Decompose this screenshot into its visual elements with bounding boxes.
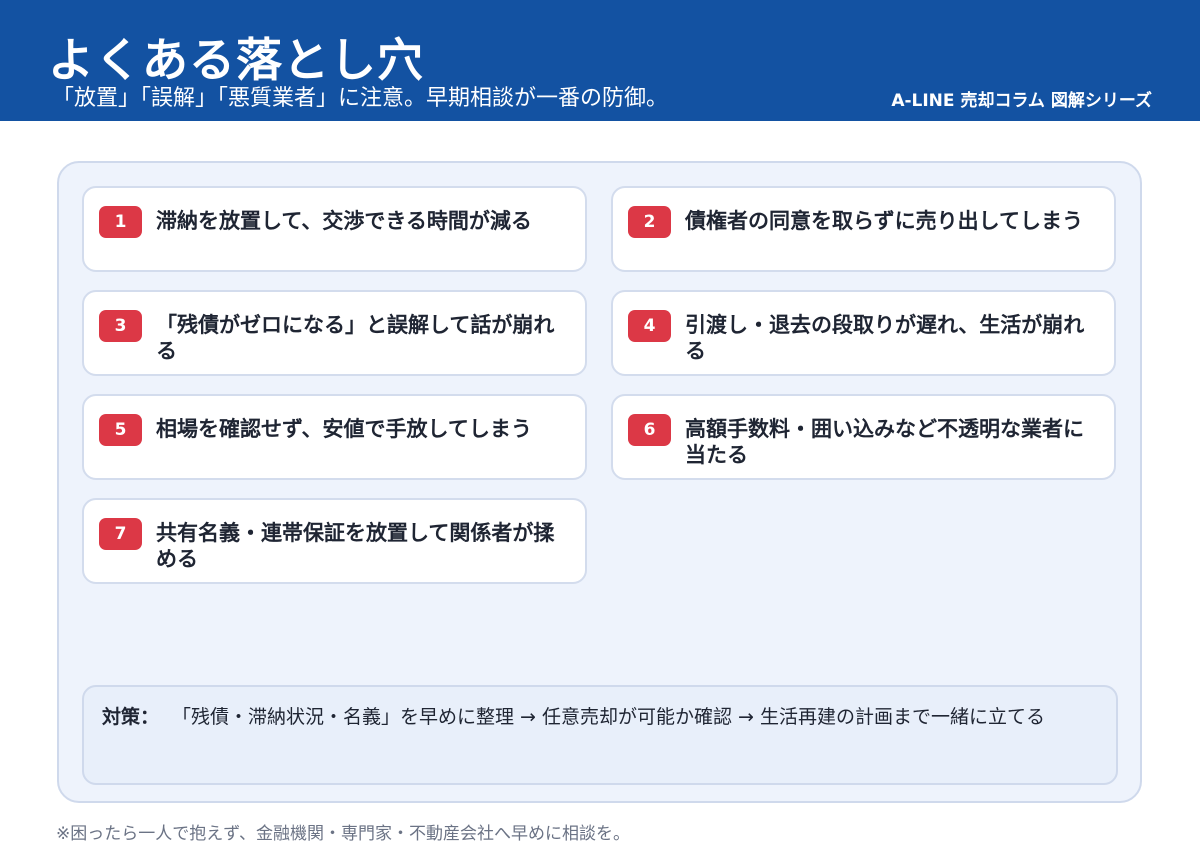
- pitfall-text: 共有名義・連帯保証を放置して関係者が揉める: [156, 521, 555, 571]
- pitfall-text: 高額手数料・囲い込みなど不透明な業者に当たる: [685, 417, 1084, 467]
- pitfall-number-badge: 1: [99, 206, 142, 238]
- pitfall-card-2: 2 債権者の同意を取らずに売り出してしまう: [611, 186, 1116, 272]
- pitfall-card-4: 4 引渡し・退去の段取りが遅れ、生活が崩れる: [611, 290, 1116, 376]
- page-subtitle: 「放置」「誤解」「悪質業者」に注意。早期相談が一番の防御。: [52, 86, 669, 111]
- pitfall-card-6: 6 高額手数料・囲い込みなど不透明な業者に当たる: [611, 394, 1116, 480]
- pitfall-card-5: 5 相場を確認せず、安値で手放してしまう: [82, 394, 587, 480]
- pitfall-number-badge: 6: [628, 414, 671, 446]
- pitfall-number-badge: 4: [628, 310, 671, 342]
- pitfall-card-7: 7 共有名義・連帯保証を放置して関係者が揉める: [82, 498, 587, 584]
- pitfall-number-badge: 3: [99, 310, 142, 342]
- pitfall-text: 「残債がゼロになる」と誤解して話が崩れる: [156, 313, 555, 363]
- pitfall-number-badge: 5: [99, 414, 142, 446]
- pitfall-text: 滞納を放置して、交渉できる時間が減る: [156, 209, 532, 233]
- pitfall-card-3: 3 「残債がゼロになる」と誤解して話が崩れる: [82, 290, 587, 376]
- series-brand: A-LINE 売却コラム 図解シリーズ: [891, 91, 1152, 111]
- pitfall-text: 債権者の同意を取らずに売り出してしまう: [685, 209, 1083, 233]
- pitfall-text: 相場を確認せず、安値で手放してしまう: [156, 417, 532, 441]
- page-title: よくある落とし穴: [48, 33, 424, 87]
- countermeasure-text: 「残債・滞納状況・名義」を早めに整理 → 任意売却が可能か確認 → 生活再建の計…: [172, 706, 1046, 728]
- countermeasure-label: 対策：: [102, 706, 160, 728]
- pitfall-number-badge: 7: [99, 518, 142, 550]
- header-banner: よくある落とし穴 「放置」「誤解」「悪質業者」に注意。早期相談が一番の防御。 A…: [0, 0, 1200, 121]
- pitfall-text: 引渡し・退去の段取りが遅れ、生活が崩れる: [685, 313, 1085, 363]
- countermeasure-box: 対策： 「残債・滞納状況・名義」を早めに整理 → 任意売却が可能か確認 → 生活…: [82, 685, 1118, 785]
- pitfall-number-badge: 2: [628, 206, 671, 238]
- footnote: ※困ったら一人で抱えず、金融機関・専門家・不動産会社へ早めに相談を。: [56, 824, 631, 844]
- pitfall-card-1: 1 滞納を放置して、交渉できる時間が減る: [82, 186, 587, 272]
